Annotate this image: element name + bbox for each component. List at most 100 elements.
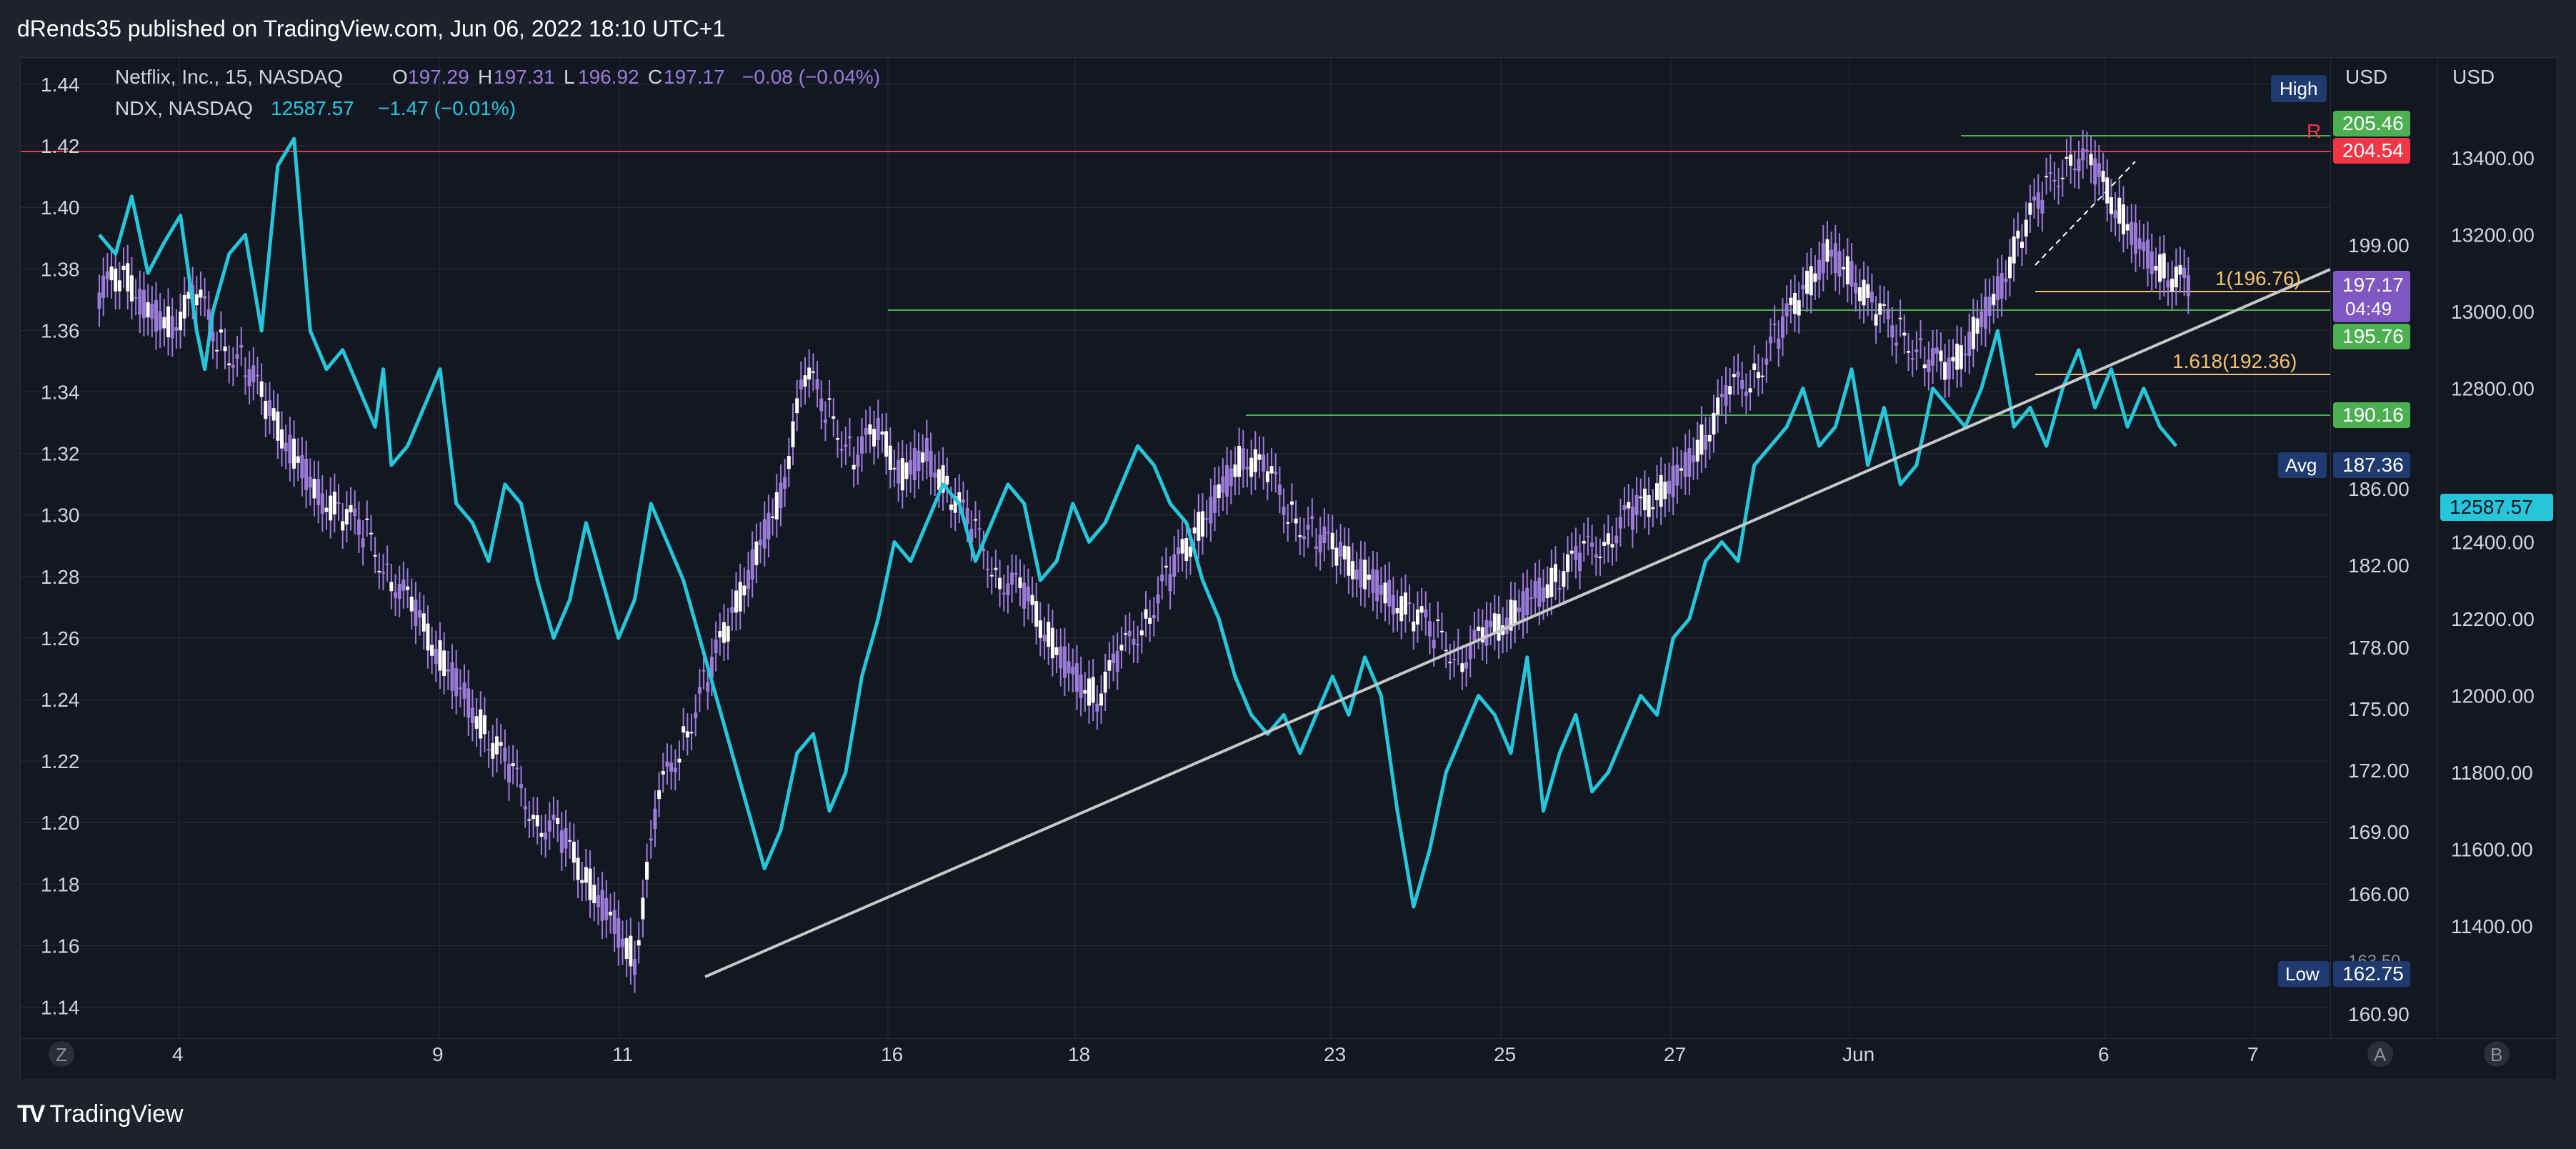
- candle-body: [2097, 163, 2101, 177]
- x-tick: Jun: [1842, 1043, 1874, 1065]
- candle-body: [129, 275, 134, 302]
- ndx-series-line: [98, 136, 2178, 909]
- candle-body: [933, 472, 937, 478]
- candle-body: [353, 508, 357, 517]
- candle-body: [259, 381, 264, 397]
- candle-body: [1379, 585, 1383, 595]
- candle-body: [211, 332, 215, 342]
- candle-body: [276, 412, 280, 441]
- candle-body: [1671, 465, 1675, 497]
- candle-body: [1412, 621, 1416, 632]
- candle-body: [1172, 554, 1177, 577]
- candle-body: [649, 838, 653, 841]
- candle-body: [1367, 574, 1371, 580]
- candle-body: [604, 897, 609, 920]
- trendline[interactable]: [704, 268, 2331, 978]
- candle-body: [1347, 546, 1351, 576]
- candle-body: [754, 541, 759, 565]
- tradingview-logo[interactable]: TV TradingView: [17, 1100, 184, 1128]
- low-value: 162.75: [2342, 963, 2404, 985]
- candle-body: [685, 731, 689, 737]
- candle-body: [499, 742, 503, 746]
- candle-body: [1006, 583, 1010, 595]
- candle-body: [2057, 186, 2061, 188]
- candle-body: [860, 436, 864, 454]
- candle-body: [1971, 317, 1975, 349]
- ndx-axis-unit: USD: [2452, 66, 2495, 88]
- candle-body: [1545, 584, 1549, 599]
- legend-l-value: 196.92: [578, 66, 639, 88]
- candle-body: [1014, 573, 1018, 575]
- price-tick: 178.00: [2348, 637, 2410, 659]
- candle-body: [1047, 622, 1051, 647]
- candle-body: [1935, 347, 1939, 354]
- candle-body: [296, 456, 300, 463]
- candle-body: [832, 416, 836, 419]
- candle-body: [2178, 264, 2182, 275]
- candle-body: [771, 516, 775, 518]
- legend-o-value: 197.29: [408, 66, 469, 88]
- candle-body: [657, 790, 662, 800]
- left-tick: 1.42: [41, 135, 80, 157]
- candle-body: [239, 344, 244, 348]
- candle-body: [356, 519, 361, 535]
- ndx-tick: 12000.00: [2451, 685, 2535, 707]
- ndx-tick: 12200.00: [2451, 608, 2535, 630]
- candle-body: [466, 688, 471, 718]
- candle-body: [114, 268, 118, 292]
- left-tick: 1.44: [41, 74, 80, 96]
- candle-body: [1286, 522, 1290, 524]
- candle-body: [2113, 210, 2117, 219]
- candle-body: [462, 682, 466, 699]
- candle-body: [243, 375, 247, 377]
- candle-body: [1095, 703, 1099, 712]
- candle-body: [2109, 197, 2113, 214]
- candle-body: [1399, 596, 1404, 622]
- candle-body: [803, 375, 807, 387]
- left-axis[interactable]: 1.44 1.42 1.40 1.38 1.36 1.34 1.32 1.30 1.28 1.26…: [41, 74, 80, 1019]
- price-axis[interactable]: 199.00 186.00 182.00 178.00 175.00 172.00 169.…: [2348, 234, 2410, 1025]
- corner-buttons[interactable]: Z A B: [49, 1041, 2510, 1067]
- tag-195: 195.76: [2342, 325, 2404, 347]
- candle-body: [1907, 351, 1911, 353]
- candle-body: [1837, 251, 1842, 277]
- candle-body: [1724, 385, 1728, 406]
- candle-body: [1334, 547, 1339, 566]
- legend-ndx-value: 12587.57: [271, 97, 354, 119]
- candle-body: [247, 369, 251, 387]
- candle-body: [117, 280, 121, 292]
- candle-body: [1115, 650, 1119, 672]
- candle-body: [227, 363, 231, 366]
- candle-body: [904, 462, 909, 479]
- candle-body: [2007, 257, 2012, 279]
- candle-body: [1030, 595, 1034, 605]
- candle-body: [1213, 485, 1217, 513]
- price-axis-unit: USD: [2345, 66, 2387, 88]
- candle-body: [1869, 292, 1874, 303]
- candle-body: [1557, 587, 1562, 590]
- chart-svg[interactable]: Netflix, Inc., 15, NASDAQ O 197.29 H 197…: [21, 58, 2557, 1080]
- candle-body: [2065, 156, 2069, 159]
- candle-body: [1018, 577, 1022, 589]
- candle-body: [421, 613, 426, 632]
- candle-body: [1042, 635, 1047, 642]
- candle-body: [418, 610, 422, 618]
- candle-body: [162, 317, 166, 329]
- candle-body: [1647, 495, 1651, 517]
- candle-body: [1262, 454, 1266, 472]
- ndx-tick: 11600.00: [2451, 839, 2533, 861]
- candle-body: [336, 502, 341, 504]
- candle-body: [1395, 608, 1399, 614]
- ndx-axis[interactable]: 13400.00 13200.00 13000.00 12800.00 12400.00…: [2451, 147, 2535, 937]
- chart-panel[interactable]: Netflix, Inc., 15, NASDAQ O 197.29 H 197…: [20, 57, 2557, 1080]
- candle-body: [341, 521, 345, 531]
- candle-body: [109, 266, 114, 281]
- x-axis[interactable]: 4 9 11 16 18 23 25 27 Jun 6 7: [172, 1043, 2259, 1065]
- candle-body: [1375, 569, 1379, 602]
- candle-body: [1010, 572, 1014, 585]
- candle-body: [1740, 380, 1744, 389]
- candle-body: [1359, 559, 1363, 588]
- candle-body: [1719, 394, 1724, 397]
- candle-body: [1050, 627, 1054, 659]
- candle-body: [600, 890, 604, 921]
